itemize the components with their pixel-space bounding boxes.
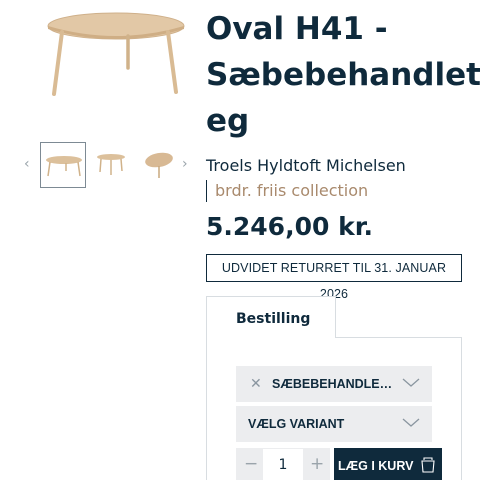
option-select-variant[interactable]: VÆLG VARIANT (236, 406, 432, 442)
product-title-line-1: Oval H41 - (206, 11, 388, 47)
product-main-image (40, 6, 190, 101)
tab-order-label[interactable]: Bestilling (236, 311, 310, 327)
chevron-down-icon (402, 418, 420, 427)
option-select-variant-placeholder: VÆLG VARIANT (248, 417, 345, 431)
cart-icon (421, 457, 435, 473)
quantity-increase-button[interactable]: + (310, 454, 324, 474)
return-policy-badge: UDVIDET RETURRET TIL 31. JANUAR 2026 (206, 254, 462, 301)
thumbnail-strip: ‹ › (22, 140, 200, 190)
add-to-cart-button[interactable]: LÆG I KURV (334, 448, 442, 480)
chevron-down-icon (402, 378, 420, 387)
quantity-stepper: − 1 + (236, 448, 330, 480)
product-title-line-3: eg (206, 103, 250, 139)
clear-icon[interactable]: ✕ (250, 375, 262, 392)
tab-gap (207, 336, 335, 338)
product-brand[interactable]: brdr. friis collection (206, 180, 368, 202)
add-to-cart-label: LÆG I KURV (338, 459, 414, 473)
thumbnail-1[interactable] (40, 142, 86, 188)
option-select-finish-value: SÆBEBEHANDLET EG (272, 377, 396, 391)
thumbnail-2[interactable] (88, 142, 134, 188)
thumbnail-3[interactable] (136, 142, 182, 188)
product-title: Oval H41 - Sæbebehandlet eg (206, 6, 480, 144)
option-select-finish[interactable]: ✕ SÆBEBEHANDLET EG (236, 366, 432, 402)
product-designer[interactable]: Troels Hyldtoft Michelsen (206, 156, 406, 175)
quantity-decrease-button[interactable]: − (244, 454, 258, 474)
chevron-left-icon[interactable]: ‹ (24, 156, 30, 172)
chevron-right-icon[interactable]: › (182, 156, 188, 172)
quantity-input[interactable]: 1 (262, 448, 304, 480)
product-title-line-2: Sæbebehandlet (206, 57, 480, 93)
product-price: 5.246,00 kr. (206, 212, 373, 241)
